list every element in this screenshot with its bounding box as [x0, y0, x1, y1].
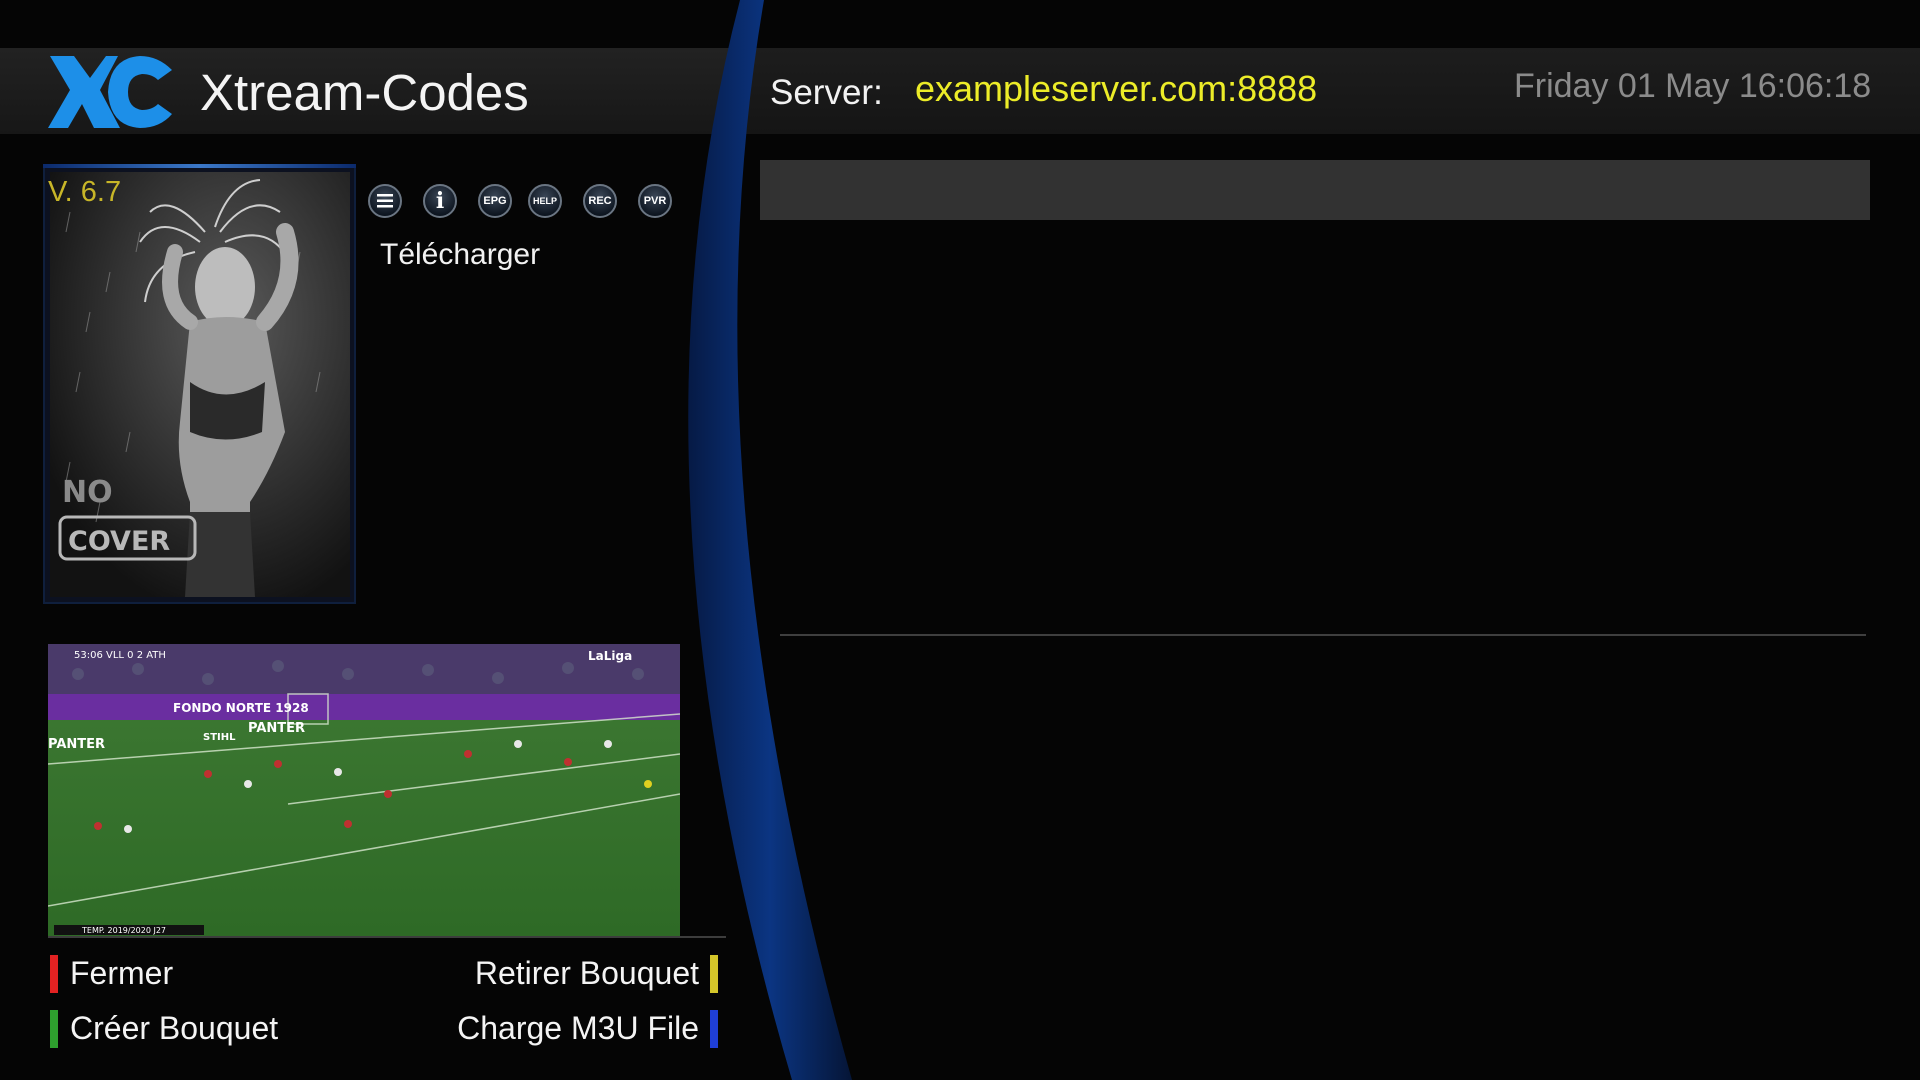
pvr-button[interactable]: PVR: [638, 184, 672, 218]
ad-board: PANTER: [48, 737, 105, 752]
load-m3u-button[interactable]: Charge M3U File: [457, 1008, 699, 1048]
green-key-icon: [50, 1010, 58, 1048]
menu-icon: [377, 194, 393, 208]
pvr-icon: PVR: [643, 195, 667, 207]
no-cover-placeholder-image: NO COVER: [50, 172, 350, 597]
info-button[interactable]: i: [423, 184, 457, 218]
xc-logo: [48, 56, 172, 128]
ad-board: STIHL: [203, 732, 236, 743]
server-address: exampleserver.com:8888: [915, 68, 1318, 109]
live-video-preview[interactable]: 53:06 VLL 0 2 ATH LaLiga PANTER FONDO NO…: [48, 644, 680, 936]
clock-datetime: Friday 01 May 16:06:18: [1514, 67, 1872, 105]
info-icon: i: [435, 188, 445, 214]
close-button[interactable]: Fermer: [70, 953, 173, 993]
bottom-divider: [48, 936, 726, 938]
red-key-icon: [50, 955, 58, 993]
epg-icon: EPG: [483, 195, 507, 207]
menu-button[interactable]: [368, 184, 402, 218]
scoreboard: 53:06 VLL 0 2 ATH: [74, 650, 166, 661]
no-cover-text: NO: [62, 475, 113, 510]
epg-button[interactable]: EPG: [478, 184, 512, 218]
help-icon: HELP: [532, 196, 557, 206]
server-label: Server:: [770, 73, 883, 112]
ad-board: PANTER: [248, 721, 305, 736]
channel-list-header-bar: [760, 160, 1870, 220]
help-button[interactable]: HELP: [528, 184, 562, 218]
broadcaster-logo: LaLiga: [588, 649, 632, 663]
remove-bouquet-button[interactable]: Retirer Bouquet: [475, 953, 699, 993]
ad-board: FONDO NORTE 1928: [173, 701, 309, 715]
version-label: V. 6.7: [48, 176, 122, 208]
broadcast-footer: TEMP. 2019/2020 J27: [81, 926, 166, 935]
cover-text: COVER: [68, 526, 170, 557]
blue-key-icon: [710, 1010, 718, 1048]
panel-divider: [780, 634, 1866, 636]
app-title: Xtream-Codes: [200, 64, 529, 121]
cover-highlight-line: [43, 164, 356, 168]
rec-icon: REC: [588, 195, 612, 207]
yellow-key-icon: [710, 955, 718, 993]
create-bouquet-button[interactable]: Créer Bouquet: [70, 1008, 278, 1048]
rec-button[interactable]: REC: [583, 184, 617, 218]
download-label: Télécharger: [380, 238, 541, 271]
